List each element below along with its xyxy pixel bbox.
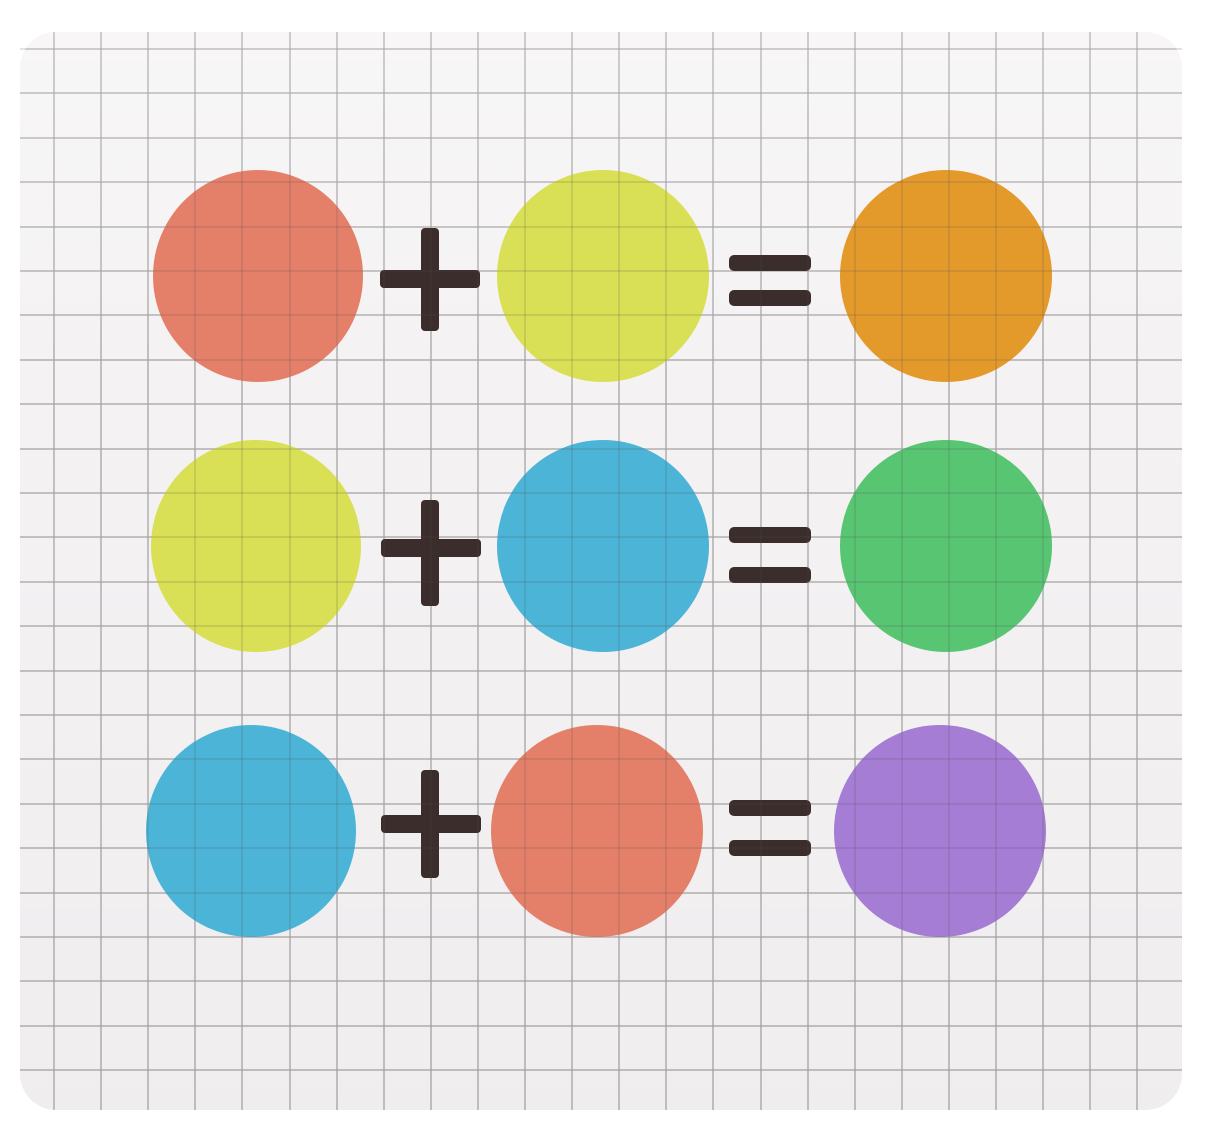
equation-row-green <box>151 440 1052 652</box>
color-circle-blue <box>146 725 356 937</box>
color-circle-red <box>491 725 703 937</box>
equation-row-purple <box>146 725 1046 937</box>
color-mixing-diagram <box>20 32 1182 1110</box>
color-circle-orange <box>840 170 1052 382</box>
color-circle-yellow <box>497 170 709 382</box>
equals-sign <box>729 255 811 306</box>
color-circle-red <box>153 170 363 382</box>
equation-row-orange <box>153 170 1052 382</box>
color-circle-yellow <box>151 440 361 652</box>
color-circle-purple <box>834 725 1046 937</box>
color-circle-blue <box>497 440 709 652</box>
color-circle-green <box>840 440 1052 652</box>
equals-sign <box>729 527 811 583</box>
